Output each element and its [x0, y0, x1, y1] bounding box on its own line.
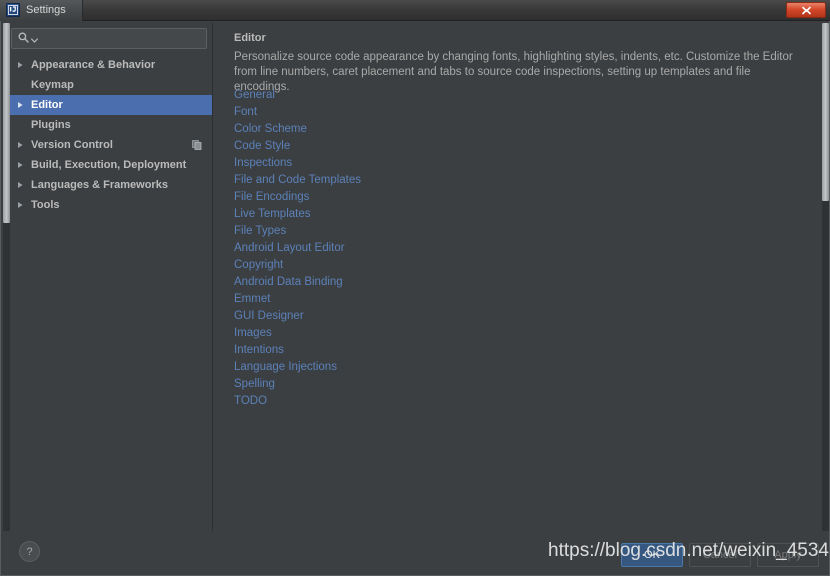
- sidebar-item-label: Version Control: [31, 139, 113, 151]
- settings-category-tree: Appearance & Behavior Keymap Editor Plugins…: [3, 55, 212, 215]
- subsection-link[interactable]: Emmet: [234, 291, 754, 308]
- page-title: Editor: [234, 32, 266, 44]
- search-icon: [18, 30, 29, 48]
- sidebar-item-label: Appearance & Behavior: [31, 59, 156, 71]
- detail-scrollbar-track[interactable]: [822, 23, 829, 531]
- expand-arrow-icon[interactable]: [17, 201, 28, 209]
- subsection-link[interactable]: Android Data Binding: [234, 274, 754, 291]
- sidebar-item-version-control[interactable]: Version Control: [3, 135, 212, 155]
- sidebar-item-label: Editor: [31, 99, 63, 111]
- sidebar-scrollbar-thumb[interactable]: [3, 23, 10, 223]
- sidebar-item-editor[interactable]: Editor: [3, 95, 212, 115]
- expand-arrow-icon[interactable]: [17, 181, 28, 189]
- sidebar-item-label: Tools: [31, 199, 60, 211]
- sidebar-item-label: Languages & Frameworks: [31, 179, 168, 191]
- expand-arrow-icon[interactable]: [17, 141, 28, 149]
- subsection-link-list: General Font Color Scheme Code Style Inspect…: [234, 87, 754, 410]
- subsection-link[interactable]: Intentions: [234, 342, 754, 359]
- detail-scrollbar-thumb[interactable]: [822, 23, 829, 201]
- sidebar-item-label: Build, Execution, Deployment: [31, 159, 187, 171]
- settings-dialog-window: Settings Appearance & Behavior Keymap Ed…: [0, 0, 830, 576]
- dialog-body: Appearance & Behavior Keymap Editor Plugins…: [0, 21, 830, 576]
- subsection-link[interactable]: Font: [234, 104, 754, 121]
- subsection-link[interactable]: Inspections: [234, 155, 754, 172]
- sidebar-item-build-execution-deployment[interactable]: Build, Execution, Deployment: [3, 155, 212, 175]
- sidebar-item-languages-frameworks[interactable]: Languages & Frameworks: [3, 175, 212, 195]
- subsection-link[interactable]: File and Code Templates: [234, 172, 754, 189]
- sidebar-scrollbar-track[interactable]: [3, 23, 10, 531]
- close-button[interactable]: [786, 2, 826, 18]
- cancel-button[interactable]: Cancel: [689, 543, 751, 567]
- subsection-link[interactable]: File Encodings: [234, 189, 754, 206]
- subsection-link[interactable]: Color Scheme: [234, 121, 754, 138]
- sidebar-item-plugins[interactable]: Plugins: [3, 115, 212, 135]
- copy-pages-icon: [192, 140, 202, 150]
- window-title: Settings: [26, 4, 66, 16]
- expand-arrow-icon[interactable]: [17, 161, 28, 169]
- subsection-link[interactable]: Android Layout Editor: [234, 240, 754, 257]
- chevron-down-icon[interactable]: [31, 30, 38, 48]
- sidebar-item-keymap[interactable]: Keymap: [3, 75, 212, 95]
- sidebar-item-appearance-behavior[interactable]: Appearance & Behavior: [3, 55, 212, 75]
- settings-sidebar: Appearance & Behavior Keymap Editor Plugins…: [3, 23, 213, 531]
- subsection-link[interactable]: Images: [234, 325, 754, 342]
- intellij-idea-icon: [6, 3, 20, 17]
- search-box[interactable]: [11, 28, 207, 49]
- help-button[interactable]: ?: [19, 541, 40, 562]
- sidebar-item-label: Keymap: [31, 79, 74, 91]
- expand-arrow-icon[interactable]: [17, 101, 28, 109]
- search-input[interactable]: [42, 32, 192, 45]
- subsection-link[interactable]: Spelling: [234, 376, 754, 393]
- settings-detail-pane: Editor Personalize source code appearanc…: [213, 23, 829, 531]
- window-title-tab: Settings: [0, 0, 83, 21]
- subsection-link[interactable]: Code Style: [234, 138, 754, 155]
- apply-button[interactable]: Apply: [757, 543, 819, 567]
- subsection-link[interactable]: TODO: [234, 393, 754, 410]
- dialog-button-row: OK Cancel Apply: [621, 543, 819, 567]
- dialog-footer: ? OK Cancel Apply: [3, 531, 829, 574]
- subsection-link[interactable]: Language Injections: [234, 359, 754, 376]
- ok-button[interactable]: OK: [621, 543, 683, 567]
- subsection-link[interactable]: GUI Designer: [234, 308, 754, 325]
- subsection-link[interactable]: File Types: [234, 223, 754, 240]
- subsection-link[interactable]: Copyright: [234, 257, 754, 274]
- subsection-link[interactable]: Live Templates: [234, 206, 754, 223]
- settings-content-area: Appearance & Behavior Keymap Editor Plugins…: [3, 23, 829, 531]
- search-field-wrapper: [11, 28, 207, 49]
- expand-arrow-icon[interactable]: [17, 61, 28, 69]
- sidebar-item-tools[interactable]: Tools: [3, 195, 212, 215]
- title-bar: Settings: [0, 0, 830, 21]
- sidebar-item-label: Plugins: [31, 119, 71, 131]
- subsection-link[interactable]: General: [234, 87, 754, 104]
